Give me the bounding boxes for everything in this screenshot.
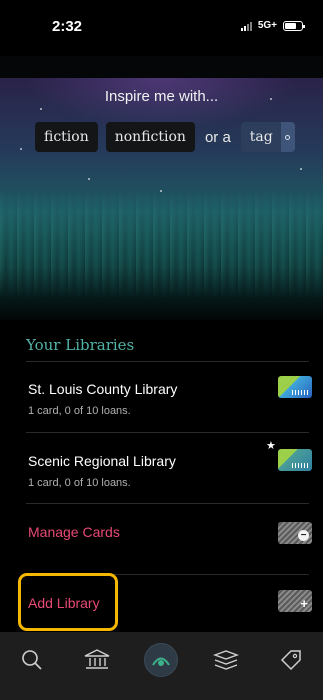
star-decoration — [160, 190, 162, 192]
tab-shelf[interactable] — [206, 642, 246, 678]
fiction-chip[interactable]: fiction — [35, 122, 98, 152]
highlight-annotation — [18, 573, 118, 631]
header-gap — [0, 56, 323, 78]
library-icon — [84, 649, 110, 669]
manage-cards-icon: − — [278, 522, 312, 544]
search-icon — [22, 650, 42, 670]
tag-chip-label: tag — [249, 129, 273, 145]
libby-home-icon — [144, 643, 179, 677]
plus-icon: + — [300, 596, 308, 611]
star-icon: ★ — [266, 440, 276, 452]
battery-icon — [283, 20, 305, 31]
tag-dot-icon — [285, 134, 291, 140]
library-detail: 1 card, 0 of 10 loans. — [28, 405, 131, 417]
network-type: 5G+ — [257, 20, 277, 31]
library-row-scenic[interactable]: Scenic Regional Library 1 card, 0 of 10 … — [0, 433, 323, 503]
tab-search[interactable] — [12, 642, 52, 678]
inspire-options: fiction nonfiction or a tag — [35, 122, 295, 152]
minus-icon: − — [298, 530, 309, 541]
inspire-title: Inspire me with... — [104, 88, 219, 105]
status-indicators: 5G+ — [240, 20, 305, 31]
aurora-background — [0, 188, 323, 300]
add-library-icon: + — [278, 590, 312, 612]
section-title: Your Libraries — [26, 336, 135, 354]
tab-bar — [0, 632, 323, 700]
manage-cards-row[interactable]: Manage Cards − — [0, 504, 323, 574]
tag-icon — [280, 650, 301, 671]
star-decoration — [20, 148, 22, 150]
library-card-icon — [278, 449, 312, 471]
or-text: or a — [204, 128, 231, 146]
tab-home[interactable] — [141, 642, 181, 678]
tab-tags[interactable] — [271, 642, 311, 678]
inspire-banner: Inspire me with... fiction nonfiction or… — [0, 78, 323, 320]
library-card-icon — [278, 376, 312, 398]
tab-library[interactable] — [77, 642, 117, 678]
status-time: 2:32 — [52, 18, 83, 35]
library-name: St. Louis County Library — [28, 381, 178, 397]
status-bar: 2:32 5G+ — [0, 0, 323, 56]
star-decoration — [300, 168, 302, 170]
nonfiction-chip[interactable]: nonfiction — [105, 122, 195, 152]
library-name: Scenic Regional Library — [28, 453, 176, 469]
tag-chip[interactable]: tag — [240, 122, 295, 152]
shelf-icon — [213, 650, 240, 670]
signal-icon — [240, 21, 252, 31]
star-decoration — [40, 108, 42, 110]
tag-chip-handle — [280, 122, 295, 152]
manage-cards-button[interactable]: Manage Cards — [28, 524, 120, 540]
library-detail: 1 card, 0 of 10 loans. — [28, 477, 131, 489]
star-decoration — [88, 178, 90, 180]
library-row-st-louis[interactable]: St. Louis County Library 1 card, 0 of 10… — [0, 362, 323, 432]
